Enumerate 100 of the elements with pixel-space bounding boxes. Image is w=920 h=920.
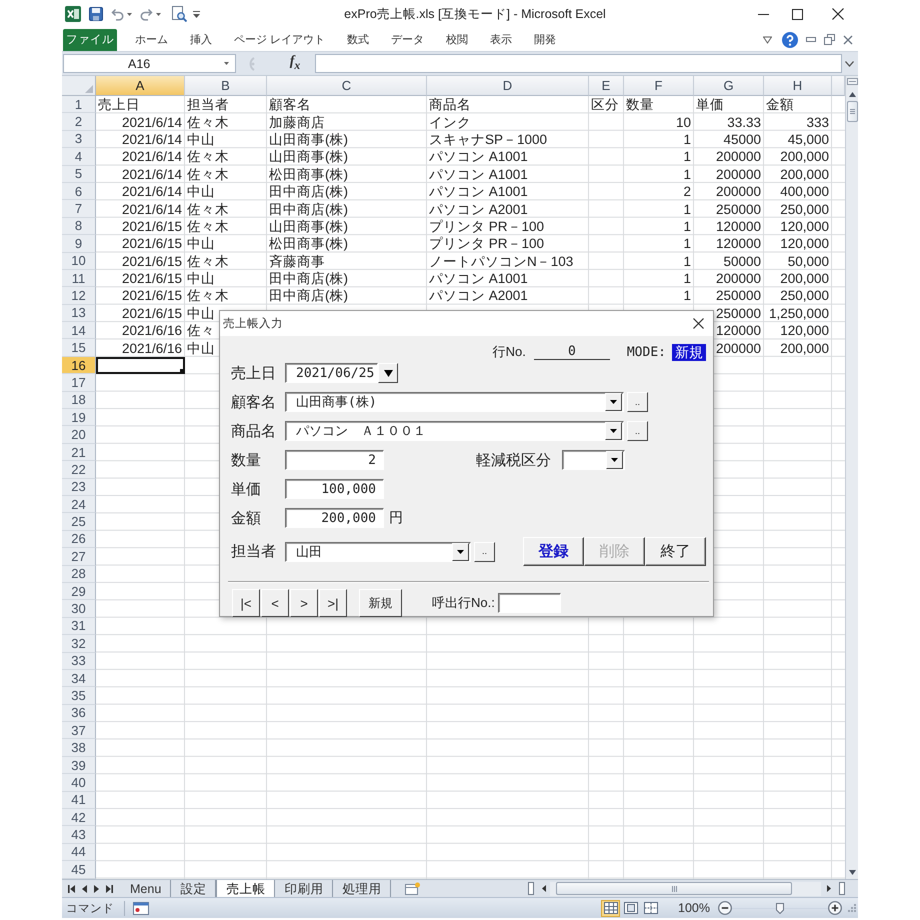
row-header[interactable]: 35 — [62, 687, 96, 705]
new-button[interactable]: 新規 — [359, 589, 402, 617]
exit-button[interactable]: 終了 — [645, 537, 706, 566]
row-header[interactable]: 38 — [62, 739, 96, 757]
close-icon[interactable] — [832, 8, 844, 20]
column-header[interactable]: C — [267, 76, 427, 96]
split-handle-icon[interactable] — [528, 882, 534, 895]
file-tab[interactable]: ファイル — [63, 28, 117, 50]
scroll-thumb[interactable] — [846, 101, 858, 122]
row-header[interactable]: 22 — [62, 461, 96, 479]
row-header[interactable]: 30 — [62, 600, 96, 618]
maximize-icon[interactable] — [792, 8, 803, 20]
row-header[interactable]: 11 — [62, 270, 96, 288]
formula-field[interactable] — [315, 54, 842, 73]
row-header[interactable]: 40 — [62, 774, 96, 792]
slider-thumb[interactable] — [776, 902, 784, 914]
row-header[interactable]: 1 — [62, 96, 96, 114]
row-header[interactable]: 18 — [62, 392, 96, 410]
row-header[interactable]: 2 — [62, 113, 96, 131]
name-box[interactable]: A16 — [63, 54, 236, 73]
right-arrow-icon[interactable] — [827, 885, 831, 892]
browse-button[interactable]: .. — [627, 392, 648, 412]
skip-left-icon[interactable] — [68, 884, 75, 892]
ribbon-tab[interactable]: 挿入 — [179, 28, 223, 50]
register-button[interactable]: 登録 — [523, 537, 584, 566]
row-header[interactable]: 7 — [62, 200, 96, 218]
split-box-icon[interactable] — [846, 78, 858, 85]
ribbon-tab[interactable]: 校閲 — [435, 28, 480, 50]
next-button[interactable]: > — [290, 589, 318, 617]
insert-function-button[interactable]: f$_{x}$ — [283, 55, 307, 72]
row-header[interactable]: 39 — [62, 756, 96, 774]
caret-icon[interactable] — [156, 12, 161, 16]
column-header[interactable]: G — [694, 76, 764, 96]
row-header[interactable]: 26 — [62, 530, 96, 548]
row-header[interactable]: 44 — [62, 844, 96, 862]
text-field[interactable]: 200,000 — [285, 508, 384, 528]
combo-box[interactable]: 山田商事(株) — [285, 392, 624, 412]
dropdown-button[interactable] — [452, 542, 469, 560]
down-arrow-icon[interactable] — [848, 870, 856, 875]
row-header[interactable]: 6 — [62, 182, 96, 200]
view-button[interactable] — [641, 900, 660, 916]
ribbon-tab[interactable]: ページ レイアウト — [223, 28, 336, 50]
caret-icon[interactable] — [193, 10, 200, 18]
row-header[interactable]: 31 — [62, 618, 96, 636]
close-icon[interactable] — [693, 318, 704, 329]
row-header[interactable]: 28 — [62, 566, 96, 583]
row-header[interactable]: 15 — [62, 339, 96, 357]
ribbon-tab[interactable]: 開発 — [523, 28, 568, 50]
combo-box[interactable] — [562, 450, 625, 470]
view-button[interactable] — [601, 900, 620, 916]
dropdown-button[interactable] — [378, 363, 398, 383]
row-header[interactable]: 16 — [62, 356, 96, 374]
combo-box[interactable]: パソコン Ａ１００１ — [285, 421, 624, 441]
row-header[interactable]: 12 — [62, 287, 96, 305]
scroll-thumb[interactable] — [556, 882, 792, 895]
sheet-tab[interactable]: 売上帳 — [216, 880, 276, 897]
last-button[interactable]: >| — [319, 589, 347, 617]
row-header[interactable]: 14 — [62, 322, 96, 340]
row-header[interactable]: 23 — [62, 478, 96, 496]
row-header[interactable]: 13 — [62, 304, 96, 322]
view-button[interactable] — [621, 900, 640, 916]
row-header[interactable]: 41 — [62, 792, 96, 810]
row-header[interactable]: 29 — [62, 582, 96, 600]
row-header[interactable]: 4 — [62, 148, 96, 166]
split-handle-icon[interactable] — [839, 882, 845, 895]
row-header[interactable]: 21 — [62, 444, 96, 462]
caret-icon[interactable] — [224, 62, 229, 65]
chevron-down-icon[interactable] — [763, 36, 772, 44]
browse-button[interactable]: .. — [627, 421, 648, 441]
save-icon[interactable] — [89, 7, 103, 21]
row-header[interactable]: 20 — [62, 426, 96, 444]
left-arrow-icon[interactable] — [82, 884, 87, 892]
row-header[interactable]: 3 — [62, 130, 96, 148]
row-header[interactable]: 5 — [62, 166, 96, 183]
row-number-input[interactable] — [498, 593, 561, 613]
row-header[interactable]: 10 — [62, 252, 96, 270]
caret-icon[interactable] — [127, 12, 132, 16]
zoom-out-icon[interactable] — [718, 901, 732, 915]
new-sheet-icon[interactable] — [405, 882, 420, 895]
dropdown-button[interactable] — [605, 393, 622, 411]
row-header[interactable]: 33 — [62, 652, 96, 670]
dropdown-button[interactable] — [606, 451, 623, 469]
row-header[interactable]: 25 — [62, 513, 96, 531]
dropdown-button[interactable] — [605, 422, 622, 440]
row-header[interactable]: 37 — [62, 722, 96, 740]
skip-right-icon[interactable] — [106, 884, 113, 892]
row-header[interactable]: 34 — [62, 670, 96, 688]
help-icon[interactable] — [782, 32, 798, 48]
ribbon-tab[interactable]: データ — [380, 28, 436, 50]
print-preview-icon[interactable] — [171, 6, 187, 22]
browse-button[interactable]: .. — [474, 542, 495, 562]
selected-cell[interactable] — [96, 356, 185, 374]
macro-record-icon[interactable] — [133, 902, 149, 914]
expand-icon[interactable] — [845, 60, 854, 66]
left-arrow-icon[interactable] — [542, 885, 546, 892]
up-arrow-icon[interactable] — [848, 92, 856, 97]
zoom-in-icon[interactable] — [828, 901, 842, 915]
row-header[interactable]: 17 — [62, 374, 96, 392]
combo-box[interactable]: 山田 — [285, 542, 471, 562]
date-field[interactable]: 2021/06/25 — [285, 363, 378, 383]
